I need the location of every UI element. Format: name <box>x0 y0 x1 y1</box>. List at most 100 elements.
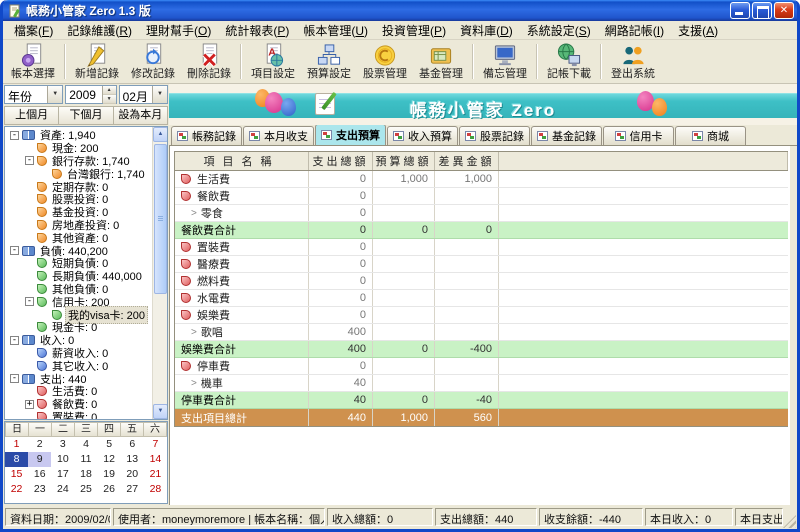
table-row-生活費[interactable]: 生活費 0 1,000 1,000 <box>175 171 788 188</box>
scroll-up-icon[interactable]: ▲ <box>153 127 167 142</box>
year-spinner[interactable]: 2009 ▲ ▼ <box>65 85 117 104</box>
calendar-day-26[interactable]: 26 <box>98 482 121 497</box>
calendar-day-8[interactable]: 8 <box>5 452 29 467</box>
menu-item-網路記帳[interactable]: 網路記帳(I) <box>598 21 671 40</box>
table-row-停車費[interactable]: 停車費 0 <box>175 358 788 375</box>
menu-item-資料庫[interactable]: 資料庫(D) <box>453 21 520 40</box>
table-row-餐飲費合計[interactable]: 餐飲費合計 0 0 0 <box>175 222 788 239</box>
resize-grip-icon[interactable] <box>783 515 796 528</box>
toolbar-button-股票管理[interactable]: 股票管理 <box>357 41 413 82</box>
toolbar-button-基金管理[interactable]: 基金管理 <box>413 41 469 82</box>
expander-icon[interactable]: - <box>10 374 19 384</box>
menu-item-支援[interactable]: 支援(A) <box>671 21 725 40</box>
calendar-day-2[interactable]: 2 <box>28 437 51 452</box>
maximize-icon[interactable] <box>752 2 772 19</box>
button-設為本月[interactable]: 設為本月 <box>113 106 168 125</box>
toolbar-button-帳本選擇[interactable]: 帳本選擇 <box>5 41 61 82</box>
tab-信用卡[interactable]: 信用卡 <box>603 126 674 145</box>
tab-商城[interactable]: 商城 <box>675 126 746 145</box>
table-row-餐飲費[interactable]: 餐飲費 0 <box>175 188 788 205</box>
table-row-機車[interactable]: > 機車 40 <box>175 375 788 392</box>
calendar-day-15[interactable]: 15 <box>5 467 28 482</box>
fan-icon <box>37 143 47 154</box>
calendar-day-16[interactable]: 16 <box>28 467 51 482</box>
minimize-icon[interactable] <box>730 2 750 19</box>
table-row-娛樂費[interactable]: 娛樂費 0 <box>175 307 788 324</box>
table-row-歌唱[interactable]: > 歌唱 400 <box>175 324 788 341</box>
tab-本月收支[interactable]: 本月收支 <box>243 126 314 145</box>
tab-基金記錄[interactable]: 基金記錄 <box>531 126 602 145</box>
table-row-娛樂費合計[interactable]: 娛樂費合計 400 0 -400 <box>175 341 788 358</box>
spin-down-icon[interactable]: ▼ <box>102 95 116 104</box>
calendar-day-3[interactable]: 3 <box>51 437 74 452</box>
toolbar-button-登出系統[interactable]: 登出系統 <box>605 41 661 82</box>
chevron-down-icon[interactable]: ▼ <box>152 86 167 103</box>
calendar-day-14[interactable]: 14 <box>144 452 167 467</box>
expander-icon[interactable]: - <box>10 246 19 256</box>
calendar-day-24[interactable]: 24 <box>51 482 74 497</box>
button-上個月[interactable]: 上個月 <box>4 106 60 125</box>
calendar-day-23[interactable]: 23 <box>28 482 51 497</box>
toolbar-button-備忘管理[interactable]: 備忘管理 <box>477 41 533 82</box>
expander-icon[interactable]: - <box>25 156 34 166</box>
expander-icon[interactable]: - <box>10 335 19 345</box>
toolbar-button-項目設定[interactable]: A 項目設定 <box>245 41 301 82</box>
table-row-燃料費[interactable]: 燃料費 0 <box>175 273 788 290</box>
calendar-day-4[interactable]: 4 <box>74 437 97 452</box>
table-row-置裝費[interactable]: 置裝費 0 <box>175 239 788 256</box>
calendar-day-7[interactable]: 7 <box>144 437 167 452</box>
calendar-day-19[interactable]: 19 <box>98 467 121 482</box>
expander-icon[interactable]: - <box>25 297 34 307</box>
menu-item-檔案[interactable]: 檔案(F) <box>7 21 60 40</box>
tree-scrollbar[interactable]: ▲ ▼ <box>152 127 167 419</box>
menu-item-統計報表[interactable]: 統計報表(P) <box>218 21 296 40</box>
chevron-down-icon[interactable]: ▼ <box>47 86 63 103</box>
table-row-水電費[interactable]: 水電費 0 <box>175 290 788 307</box>
expander-icon[interactable]: - <box>10 130 19 140</box>
toolbar-button-記帳下載[interactable]: 記帳下載 <box>541 41 597 82</box>
table-row-支出項目總計[interactable]: 支出項目總計 440 1,000 560 <box>175 409 788 426</box>
calendar-day-5[interactable]: 5 <box>98 437 121 452</box>
calendar-day-1[interactable]: 1 <box>5 437 28 452</box>
tab-收入預算[interactable]: 收入預算 <box>387 126 458 145</box>
tab-股票記錄[interactable]: 股票記錄 <box>459 126 530 145</box>
toolbar-button-預算設定[interactable]: 預算設定 <box>301 41 357 82</box>
button-下個月[interactable]: 下個月 <box>59 106 114 125</box>
table-row-醫療費[interactable]: 醫療費 0 <box>175 256 788 273</box>
calendar-day-25[interactable]: 25 <box>74 482 97 497</box>
scroll-down-icon[interactable]: ▼ <box>153 404 167 419</box>
calendar-day-12[interactable]: 12 <box>98 452 121 467</box>
calendar-day-20[interactable]: 20 <box>121 467 144 482</box>
toolbar-button-新增記錄[interactable]: 新增記錄 <box>69 41 125 82</box>
expander-icon[interactable]: + <box>25 399 34 409</box>
menu-item-記錄維護[interactable]: 記錄維護(R) <box>60 21 139 40</box>
calendar-day-11[interactable]: 11 <box>74 452 97 467</box>
period-type-combobox[interactable]: 年份 ▼ <box>4 85 64 104</box>
title-bar[interactable]: 帳務小管家 Zero 1.3 版 ✕ <box>3 0 797 21</box>
menu-item-系統設定[interactable]: 系統設定(S) <box>520 21 598 40</box>
calendar-day-17[interactable]: 17 <box>51 467 74 482</box>
table-row-停車費合計[interactable]: 停車費合計 40 0 -40 <box>175 392 788 409</box>
calendar-day-10[interactable]: 10 <box>51 452 74 467</box>
table-row-零食[interactable]: > 零食 0 <box>175 205 788 222</box>
calendar-day-13[interactable]: 13 <box>121 452 144 467</box>
calendar-day-27[interactable]: 27 <box>121 482 144 497</box>
menu-item-帳本管理[interactable]: 帳本管理(U) <box>296 21 375 40</box>
scrollbar-thumb[interactable] <box>154 144 167 294</box>
close-icon[interactable]: ✕ <box>774 2 794 19</box>
menu-item-投資管理[interactable]: 投資管理(P) <box>375 21 453 40</box>
calendar-day-22[interactable]: 22 <box>5 482 28 497</box>
calendar-day-6[interactable]: 6 <box>121 437 144 452</box>
calendar-day-21[interactable]: 21 <box>144 467 167 482</box>
tab-支出預算[interactable]: 支出預算 <box>315 124 386 145</box>
toolbar-button-刪除記錄[interactable]: 刪除記錄 <box>181 41 237 82</box>
calendar-day-18[interactable]: 18 <box>74 467 97 482</box>
tab-帳務記錄[interactable]: 帳務記錄 <box>171 126 242 145</box>
calendar-day-28[interactable]: 28 <box>144 482 167 497</box>
calendar-day-9[interactable]: 9 <box>28 452 52 467</box>
spin-up-icon[interactable]: ▲ <box>102 86 116 95</box>
tree-item-置裝費[interactable]: 置裝費: 0 <box>7 411 151 419</box>
month-combobox[interactable]: 02月 ▼ <box>118 85 168 104</box>
menu-item-理財幫手[interactable]: 理財幫手(O) <box>139 21 218 40</box>
toolbar-button-修改記錄[interactable]: 修改記錄 <box>125 41 181 82</box>
